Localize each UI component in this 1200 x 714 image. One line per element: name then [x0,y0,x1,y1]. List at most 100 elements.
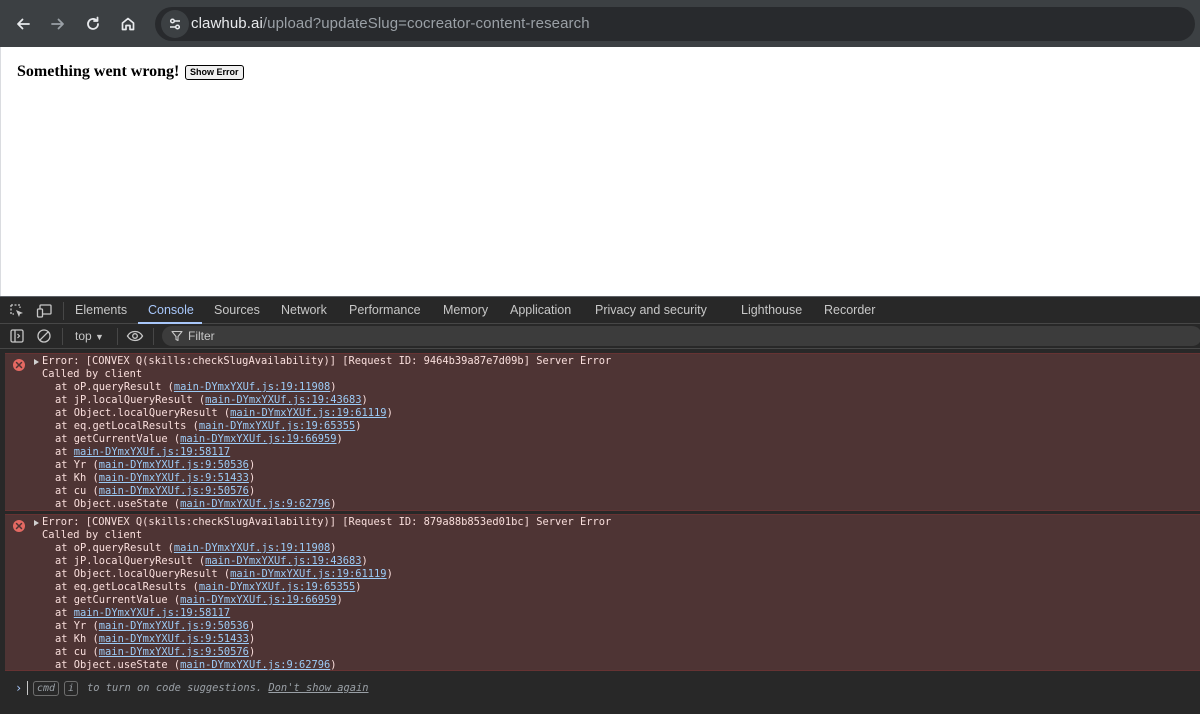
kbd-i: i [64,681,79,696]
stack-frame-text: at getCurrentValue ( [55,594,181,606]
context-value: top [75,329,92,343]
url-host: clawhub.ai [191,15,263,32]
tab-network[interactable]: Network [281,303,327,317]
stack-frame: at Object.localQueryResult (main-DYmxYXU… [55,568,393,581]
arrow-left-icon [17,18,30,30]
sidebar-toggle-button[interactable] [8,328,26,344]
live-expression-button[interactable] [126,328,144,344]
source-link[interactable]: main-DYmxYXUf.js:9:62796 [180,498,330,510]
source-link[interactable]: main-DYmxYXUf.js:19:61119 [230,407,386,419]
source-link[interactable]: main-DYmxYXUf.js:19:43683 [205,555,361,567]
stack-frame-text: at eq.getLocalResults ( [55,420,199,432]
stack-frame-suffix: ) [330,542,337,554]
home-button[interactable] [113,9,143,39]
browser-toolbar: clawhub.ai/upload?updateSlug=cocreator-c… [0,0,1200,47]
inspect-icon [10,304,23,317]
stack-frame-text: at cu ( [55,646,99,658]
source-link[interactable]: main-DYmxYXUf.js:9:50576 [99,485,249,497]
tab-recorder[interactable]: Recorder [824,303,875,317]
stack-frame-suffix: ) [355,420,362,432]
page-content: Something went wrong! Show Error [0,47,1200,296]
stack-frame-text: at [55,607,74,619]
stack-frame-suffix: ) [386,407,393,419]
source-link[interactable]: main-DYmxYXUf.js:9:50536 [99,459,249,471]
stack-frame: at main-DYmxYXUf.js:19:58117 [55,607,230,620]
error-header: Error: [CONVEX Q(skills:checkSlugAvailab… [42,516,612,528]
tune-icon [169,18,181,30]
source-link[interactable]: main-DYmxYXUf.js:19:58117 [74,446,230,458]
called-by-text: Called by client [42,529,143,541]
stack-frame: at oP.queryResult (main-DYmxYXUf.js:19:1… [55,542,337,555]
source-link[interactable]: main-DYmxYXUf.js:19:43683 [205,394,361,406]
source-link[interactable]: main-DYmxYXUf.js:19:66959 [180,433,336,445]
stack-frame-text: at Object.useState ( [55,498,181,510]
source-link[interactable]: main-DYmxYXUf.js:9:50576 [99,646,249,658]
stack-frame: at Yr (main-DYmxYXUf.js:9:50536) [55,459,255,472]
filter-icon [171,330,183,342]
source-link[interactable]: main-DYmxYXUf.js:9:51433 [99,633,249,645]
stack-frame-text: at Kh ( [55,633,99,645]
stack-frame-suffix: ) [248,485,256,497]
stack-frame-text: at oP.queryResult ( [55,381,174,393]
source-link[interactable]: main-DYmxYXUf.js:19:65355 [199,420,355,432]
url-text: clawhub.ai/upload?updateSlug=cocreator-c… [191,15,590,32]
home-icon [121,17,135,31]
tab-elements[interactable]: Elements [75,303,127,317]
device-toggle-icon [36,304,52,318]
clear-console-button[interactable] [35,328,53,344]
inspect-element-button[interactable] [8,303,26,319]
stack-frame: at cu (main-DYmxYXUf.js:9:50576) [55,646,255,659]
tab-application[interactable]: Application [510,303,571,317]
stack-frame-text: at jP.localQueryResult ( [55,394,206,406]
stack-frame: at Kh (main-DYmxYXUf.js:9:51433) [55,472,255,485]
expand-triangle-icon[interactable] [34,359,39,365]
stack-frame: at Object.useState (main-DYmxYXUf.js:9:6… [55,659,337,672]
tab-console[interactable]: Console [148,303,194,317]
stack-frame: at Object.useState (main-DYmxYXUf.js:9:6… [55,498,337,511]
source-link[interactable]: main-DYmxYXUf.js:9:51433 [99,472,249,484]
error-icon [13,520,25,532]
source-link[interactable]: main-DYmxYXUf.js:19:58117 [74,607,230,619]
tab-lighthouse[interactable]: Lighthouse [741,303,802,317]
stack-frame-suffix: ) [330,381,337,393]
device-toolbar-button[interactable] [36,303,54,319]
browser-window: clawhub.ai/upload?updateSlug=cocreator-c… [0,0,1200,714]
back-button[interactable] [8,9,38,39]
site-info-button[interactable] [161,10,189,38]
reload-button[interactable] [78,9,108,39]
show-error-button[interactable]: Show Error [185,65,244,80]
dont-show-again-link[interactable]: Don't show again [268,682,368,694]
tab-performance[interactable]: Performance [349,303,421,317]
kbd-cmd: cmd [33,681,60,696]
source-link[interactable]: main-DYmxYXUf.js:19:61119 [230,568,386,580]
source-link[interactable]: main-DYmxYXUf.js:19:11908 [174,542,330,554]
forward-button[interactable] [43,9,73,39]
source-link[interactable]: main-DYmxYXUf.js:19:66959 [180,594,336,606]
stack-frame-text: at Object.useState ( [55,659,181,671]
stack-frame-text: at Object.localQueryResult ( [55,407,231,419]
error-message[interactable]: Error: [CONVEX Q(skills:checkSlugAvailab… [5,514,1200,671]
source-link[interactable]: main-DYmxYXUf.js:19:11908 [174,381,330,393]
tab-memory[interactable]: Memory [443,303,488,317]
expand-triangle-icon[interactable] [34,520,39,526]
hint-text: to turn on code suggestions. [87,682,269,694]
stack-frame-text: at eq.getLocalResults ( [55,581,199,593]
address-bar[interactable]: clawhub.ai/upload?updateSlug=cocreator-c… [155,7,1195,41]
filter-input[interactable]: Filter [162,326,1200,346]
tab-privacy-security[interactable]: Privacy and security [595,303,707,317]
stack-frame: at Object.localQueryResult (main-DYmxYXU… [55,407,393,420]
stack-frame: at main-DYmxYXUf.js:19:58117 [55,446,230,459]
arrow-right-icon [51,18,64,30]
stack-frame: at eq.getLocalResults (main-DYmxYXUf.js:… [55,581,362,594]
source-link[interactable]: main-DYmxYXUf.js:19:65355 [199,581,355,593]
console-prompt[interactable]: › cmd i to turn on code suggestions. Don… [0,673,1200,714]
context-selector[interactable]: top ▼ [75,329,104,343]
stack-frame-suffix: ) [248,620,256,632]
url-path: /upload?updateSlug=cocreator-content-res… [262,15,590,32]
reload-icon [87,16,99,30]
error-message[interactable]: Error: [CONVEX Q(skills:checkSlugAvailab… [5,353,1200,511]
source-link[interactable]: main-DYmxYXUf.js:9:62796 [180,659,330,671]
source-link[interactable]: main-DYmxYXUf.js:9:50536 [99,620,249,632]
tab-sources[interactable]: Sources [214,303,260,317]
stack-frame: at getCurrentValue (main-DYmxYXUf.js:19:… [55,433,343,446]
